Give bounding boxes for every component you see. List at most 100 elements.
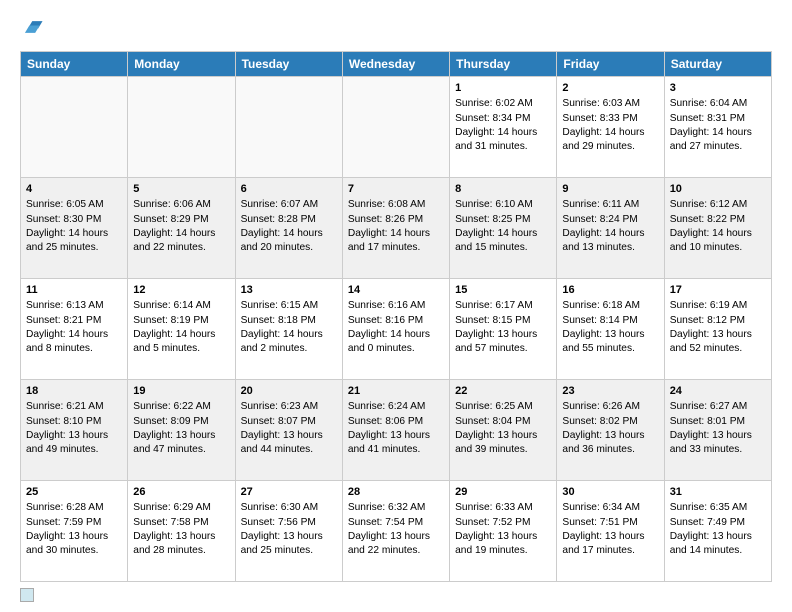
- calendar-cell: 13Sunrise: 6:15 AMSunset: 8:18 PMDayligh…: [235, 279, 342, 380]
- logo-icon: [22, 16, 44, 38]
- cell-content-line: Sunset: 8:18 PM: [241, 314, 337, 328]
- cell-content-line: and 52 minutes.: [670, 342, 766, 356]
- cell-content-line: Sunrise: 6:24 AM: [348, 400, 444, 414]
- cell-content-line: Daylight: 14 hours: [670, 126, 766, 140]
- day-number: 1: [455, 81, 551, 96]
- day-number: 30: [562, 485, 658, 500]
- day-number: 8: [455, 182, 551, 197]
- calendar-cell: 7Sunrise: 6:08 AMSunset: 8:26 PMDaylight…: [342, 178, 449, 279]
- cell-content-line: Sunrise: 6:30 AM: [241, 501, 337, 515]
- calendar-cell: 8Sunrise: 6:10 AMSunset: 8:25 PMDaylight…: [450, 178, 557, 279]
- calendar-cell: 27Sunrise: 6:30 AMSunset: 7:56 PMDayligh…: [235, 481, 342, 582]
- cell-content-line: and 8 minutes.: [26, 342, 122, 356]
- cell-content-line: Sunset: 7:54 PM: [348, 516, 444, 530]
- calendar-cell: 15Sunrise: 6:17 AMSunset: 8:15 PMDayligh…: [450, 279, 557, 380]
- calendar-cell: 30Sunrise: 6:34 AMSunset: 7:51 PMDayligh…: [557, 481, 664, 582]
- cell-content-line: Sunset: 8:33 PM: [562, 112, 658, 126]
- cell-content-line: Sunrise: 6:13 AM: [26, 299, 122, 313]
- cell-content-line: Sunset: 8:04 PM: [455, 415, 551, 429]
- cell-content-line: Sunset: 8:30 PM: [26, 213, 122, 227]
- cell-content-line: Sunset: 7:59 PM: [26, 516, 122, 530]
- cell-content-line: and 28 minutes.: [133, 544, 229, 558]
- weekday-header: Sunday: [21, 52, 128, 77]
- cell-content-line: Daylight: 14 hours: [241, 227, 337, 241]
- cell-content-line: Sunset: 8:15 PM: [455, 314, 551, 328]
- cell-content-line: Daylight: 13 hours: [562, 429, 658, 443]
- calendar-table: SundayMondayTuesdayWednesdayThursdayFrid…: [20, 51, 772, 582]
- cell-content-line: Sunset: 8:06 PM: [348, 415, 444, 429]
- cell-content-line: Sunset: 7:51 PM: [562, 516, 658, 530]
- cell-content-line: Sunrise: 6:26 AM: [562, 400, 658, 414]
- cell-content-line: Daylight: 14 hours: [241, 328, 337, 342]
- day-number: 4: [26, 182, 122, 197]
- cell-content-line: and 22 minutes.: [133, 241, 229, 255]
- cell-content-line: and 36 minutes.: [562, 443, 658, 457]
- cell-content-line: and 14 minutes.: [670, 544, 766, 558]
- cell-content-line: Sunrise: 6:06 AM: [133, 198, 229, 212]
- calendar-cell: 4Sunrise: 6:05 AMSunset: 8:30 PMDaylight…: [21, 178, 128, 279]
- cell-content-line: Sunrise: 6:16 AM: [348, 299, 444, 313]
- day-number: 16: [562, 283, 658, 298]
- cell-content-line: Sunset: 8:07 PM: [241, 415, 337, 429]
- cell-content-line: Daylight: 13 hours: [562, 530, 658, 544]
- cell-content-line: Sunrise: 6:29 AM: [133, 501, 229, 515]
- calendar-cell: 14Sunrise: 6:16 AMSunset: 8:16 PMDayligh…: [342, 279, 449, 380]
- day-number: 19: [133, 384, 229, 399]
- calendar-cell: [342, 77, 449, 178]
- cell-content-line: and 19 minutes.: [455, 544, 551, 558]
- calendar-cell: 25Sunrise: 6:28 AMSunset: 7:59 PMDayligh…: [21, 481, 128, 582]
- day-number: 17: [670, 283, 766, 298]
- cell-content-line: Daylight: 14 hours: [562, 227, 658, 241]
- calendar-cell: 1Sunrise: 6:02 AMSunset: 8:34 PMDaylight…: [450, 77, 557, 178]
- cell-content-line: Sunset: 8:28 PM: [241, 213, 337, 227]
- cell-content-line: Daylight: 13 hours: [348, 530, 444, 544]
- cell-content-line: Sunrise: 6:21 AM: [26, 400, 122, 414]
- legend-box: [20, 588, 34, 602]
- cell-content-line: Sunset: 8:09 PM: [133, 415, 229, 429]
- cell-content-line: and 30 minutes.: [26, 544, 122, 558]
- cell-content-line: and 22 minutes.: [348, 544, 444, 558]
- cell-content-line: Sunset: 8:25 PM: [455, 213, 551, 227]
- calendar-cell: 10Sunrise: 6:12 AMSunset: 8:22 PMDayligh…: [664, 178, 771, 279]
- cell-content-line: Sunset: 8:02 PM: [562, 415, 658, 429]
- cell-content-line: Sunrise: 6:12 AM: [670, 198, 766, 212]
- cell-content-line: Daylight: 13 hours: [26, 429, 122, 443]
- day-number: 2: [562, 81, 658, 96]
- cell-content-line: Sunset: 7:56 PM: [241, 516, 337, 530]
- cell-content-line: and 57 minutes.: [455, 342, 551, 356]
- cell-content-line: Sunrise: 6:04 AM: [670, 97, 766, 111]
- weekday-header: Saturday: [664, 52, 771, 77]
- calendar-week-row: 4Sunrise: 6:05 AMSunset: 8:30 PMDaylight…: [21, 178, 772, 279]
- day-number: 11: [26, 283, 122, 298]
- cell-content-line: and 49 minutes.: [26, 443, 122, 457]
- cell-content-line: Sunset: 8:29 PM: [133, 213, 229, 227]
- cell-content-line: and 2 minutes.: [241, 342, 337, 356]
- cell-content-line: and 27 minutes.: [670, 140, 766, 154]
- cell-content-line: Daylight: 13 hours: [455, 530, 551, 544]
- calendar-cell: 16Sunrise: 6:18 AMSunset: 8:14 PMDayligh…: [557, 279, 664, 380]
- cell-content-line: and 41 minutes.: [348, 443, 444, 457]
- calendar-cell: 2Sunrise: 6:03 AMSunset: 8:33 PMDaylight…: [557, 77, 664, 178]
- cell-content-line: and 33 minutes.: [670, 443, 766, 457]
- day-number: 24: [670, 384, 766, 399]
- cell-content-line: Daylight: 14 hours: [455, 227, 551, 241]
- cell-content-line: Daylight: 13 hours: [133, 429, 229, 443]
- cell-content-line: Sunset: 8:12 PM: [670, 314, 766, 328]
- cell-content-line: and 25 minutes.: [241, 544, 337, 558]
- cell-content-line: Sunrise: 6:35 AM: [670, 501, 766, 515]
- cell-content-line: Sunset: 8:24 PM: [562, 213, 658, 227]
- calendar-cell: 22Sunrise: 6:25 AMSunset: 8:04 PMDayligh…: [450, 380, 557, 481]
- cell-content-line: Daylight: 13 hours: [562, 328, 658, 342]
- calendar-cell: 28Sunrise: 6:32 AMSunset: 7:54 PMDayligh…: [342, 481, 449, 582]
- calendar-week-row: 11Sunrise: 6:13 AMSunset: 8:21 PMDayligh…: [21, 279, 772, 380]
- cell-content-line: Daylight: 14 hours: [670, 227, 766, 241]
- cell-content-line: Sunset: 8:22 PM: [670, 213, 766, 227]
- cell-content-line: Sunrise: 6:07 AM: [241, 198, 337, 212]
- cell-content-line: Sunrise: 6:17 AM: [455, 299, 551, 313]
- cell-content-line: Daylight: 13 hours: [348, 429, 444, 443]
- cell-content-line: Sunrise: 6:15 AM: [241, 299, 337, 313]
- cell-content-line: and 25 minutes.: [26, 241, 122, 255]
- weekday-header: Friday: [557, 52, 664, 77]
- calendar-week-row: 18Sunrise: 6:21 AMSunset: 8:10 PMDayligh…: [21, 380, 772, 481]
- calendar-cell: 31Sunrise: 6:35 AMSunset: 7:49 PMDayligh…: [664, 481, 771, 582]
